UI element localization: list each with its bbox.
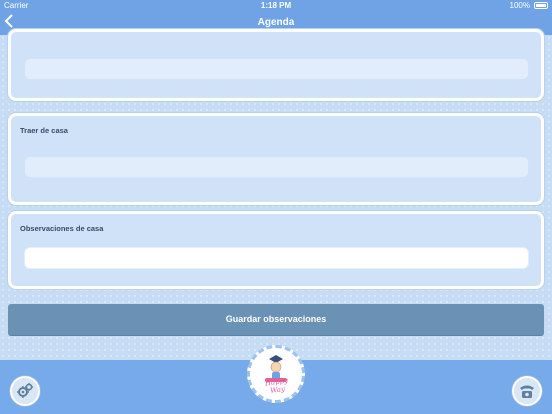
previous-field[interactable]: [24, 58, 529, 80]
phone-button[interactable]: [512, 376, 542, 406]
battery-percent: 100%: [509, 1, 530, 10]
card-traer-de-casa: Traer de casa: [8, 113, 544, 205]
battery-icon: [534, 2, 548, 9]
gears-icon: [17, 383, 33, 398]
clock: 1:18 PM: [260, 1, 292, 10]
observaciones-de-casa-field[interactable]: [24, 247, 529, 269]
save-observations-button[interactable]: Guardar observaciones: [8, 304, 544, 335]
traer-de-casa-label: Traer de casa: [20, 126, 68, 135]
settings-button[interactable]: [10, 376, 40, 406]
telephone-icon: [520, 385, 534, 398]
card-observaciones-de-casa: Observaciones de casa: [8, 211, 544, 289]
status-bar: Carrier 1:18 PM 100%: [0, 0, 552, 12]
observaciones-de-casa-label: Observaciones de casa: [20, 224, 104, 233]
home-logo-button[interactable]: Happy Way: [247, 345, 305, 403]
card-previous: [8, 29, 544, 101]
traer-de-casa-field[interactable]: [24, 156, 529, 178]
page-title: Agenda: [257, 17, 295, 28]
